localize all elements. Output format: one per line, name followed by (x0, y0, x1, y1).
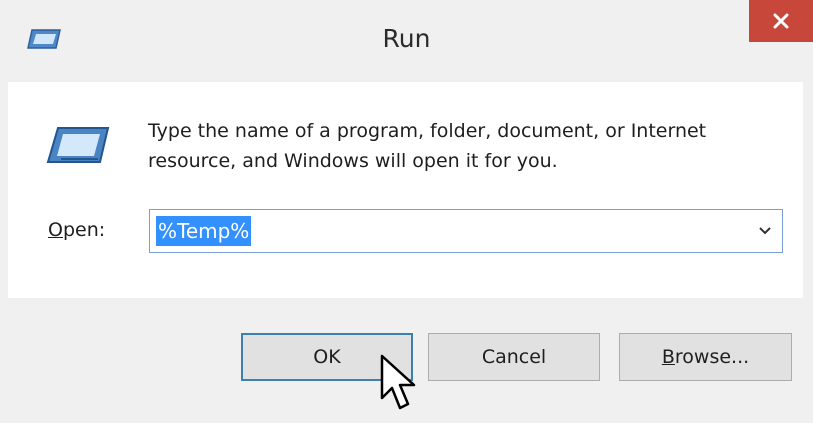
mouse-pointer-icon (380, 354, 416, 410)
chevron-down-icon[interactable] (758, 225, 772, 237)
open-label: Open: (48, 219, 105, 241)
window-title: Run (382, 24, 431, 53)
browse-access-key: B (661, 346, 675, 368)
cancel-button[interactable]: Cancel (428, 333, 600, 381)
open-input-value[interactable]: %Temp% (156, 216, 252, 246)
dialog-description: Type the name of a program, folder, docu… (148, 120, 707, 172)
title-bar[interactable]: Run (0, 0, 813, 82)
close-icon (773, 13, 789, 29)
run-icon (46, 127, 110, 163)
window-bottom-edge (0, 416, 813, 423)
dialog-content: Type the name of a program, folder, docu… (8, 82, 803, 298)
browse-button[interactable]: Browse... (619, 333, 792, 381)
close-button[interactable] (749, 0, 813, 42)
browse-label: rowse... (674, 346, 750, 368)
open-combobox[interactable]: %Temp% (149, 209, 783, 253)
open-label-text: pen: (62, 219, 106, 241)
open-label-access-key: O (48, 219, 63, 241)
